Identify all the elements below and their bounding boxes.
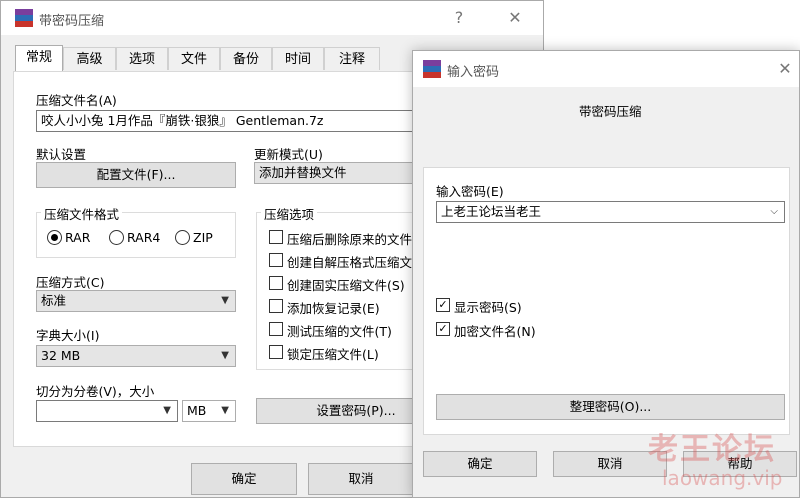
main-title: 带密码压缩 bbox=[39, 14, 105, 29]
close-icon[interactable]: ✕ bbox=[773, 59, 797, 79]
format-zip-radio[interactable] bbox=[175, 230, 190, 245]
dialog-ok-button[interactable]: 确定 bbox=[423, 451, 537, 477]
tab-general[interactable]: 常规 bbox=[15, 45, 63, 71]
watermark-cn: 老王论坛 bbox=[648, 432, 776, 467]
watermark-url: laowang.vip bbox=[662, 466, 783, 490]
option-delete-label[interactable]: 压缩后删除原来的文件 bbox=[287, 229, 412, 248]
format-group: 压缩文件格式 RAR RAR4 ZIP bbox=[36, 204, 236, 258]
option-test-label[interactable]: 测试压缩的文件(T) bbox=[287, 321, 392, 340]
chevron-down-icon: ▼ bbox=[163, 405, 171, 416]
option-lock-checkbox[interactable] bbox=[269, 345, 283, 359]
option-sfx-checkbox[interactable] bbox=[269, 253, 283, 267]
winrar-icon bbox=[15, 9, 33, 27]
dialog-subtitle: 带密码压缩 bbox=[579, 104, 642, 119]
close-icon[interactable]: ✕ bbox=[503, 8, 527, 28]
password-input[interactable]: 上老王论坛当老王 ⌵ bbox=[436, 201, 785, 223]
dialog-title: 输入密码 bbox=[447, 65, 500, 80]
main-ok-button[interactable]: 确定 bbox=[191, 463, 297, 495]
option-recovery-checkbox[interactable] bbox=[269, 299, 283, 313]
update-mode-label: 更新模式(U) bbox=[254, 147, 323, 162]
tab-advanced[interactable]: 高级 bbox=[63, 47, 116, 70]
dialog-titlebar[interactable]: 输入密码 ✕ bbox=[413, 51, 799, 87]
tab-time[interactable]: 时间 bbox=[272, 47, 324, 70]
split-unit-select[interactable]: MB ▼ bbox=[182, 400, 236, 422]
winrar-icon bbox=[423, 60, 441, 78]
option-solid-label[interactable]: 创建固实压缩文件(S) bbox=[287, 275, 405, 294]
tab-backup[interactable]: 备份 bbox=[220, 47, 272, 70]
tab-files[interactable]: 文件 bbox=[168, 47, 220, 70]
archive-name-label: 压缩文件名(A) bbox=[36, 93, 117, 108]
format-zip-label[interactable]: ZIP bbox=[193, 230, 213, 245]
chevron-down-icon: ▼ bbox=[221, 405, 229, 416]
option-test-checkbox[interactable] bbox=[269, 322, 283, 336]
method-select[interactable]: 标准 ▼ bbox=[36, 290, 236, 312]
option-sfx-label[interactable]: 创建自解压格式压缩文 bbox=[287, 252, 412, 271]
dict-value: 32 MB bbox=[41, 348, 81, 363]
option-lock-label[interactable]: 锁定压缩文件(L) bbox=[287, 344, 379, 363]
method-label: 压缩方式(C) bbox=[36, 275, 105, 290]
chevron-down-icon: ⌵ bbox=[770, 206, 778, 217]
chevron-down-icon: ▼ bbox=[221, 350, 229, 361]
option-recovery-label[interactable]: 添加恢复记录(E) bbox=[287, 298, 380, 317]
format-rar4-label[interactable]: RAR4 bbox=[127, 230, 160, 245]
password-label: 输入密码(E) bbox=[436, 184, 504, 199]
format-rar-radio[interactable] bbox=[47, 230, 62, 245]
split-label: 切分为分卷(V)，大小 bbox=[36, 384, 155, 399]
split-unit-value: MB bbox=[187, 403, 207, 418]
format-rar4-radio[interactable] bbox=[109, 230, 124, 245]
archive-name-input[interactable]: 咬人小小兔 1月作品『崩铁·银狼』 Gentleman.7z bbox=[36, 110, 446, 132]
defaults-label: 默认设置 bbox=[36, 147, 87, 162]
help-icon[interactable]: ? bbox=[447, 8, 471, 28]
main-titlebar[interactable]: 带密码压缩 ? ✕ bbox=[1, 1, 543, 35]
method-value: 标准 bbox=[41, 293, 67, 308]
split-size-input[interactable]: ▼ bbox=[36, 400, 178, 422]
option-delete-checkbox[interactable] bbox=[269, 230, 283, 244]
update-mode-value: 添加并替换文件 bbox=[259, 165, 347, 180]
tab-comment[interactable]: 注释 bbox=[324, 47, 380, 70]
format-rar-label[interactable]: RAR bbox=[65, 230, 90, 245]
main-cancel-button[interactable]: 取消 bbox=[308, 463, 414, 495]
format-label: 压缩文件格式 bbox=[41, 204, 123, 223]
show-password-checkbox[interactable]: ✓ bbox=[436, 298, 450, 312]
encrypt-names-label[interactable]: 加密文件名(N) bbox=[454, 321, 536, 340]
options-label: 压缩选项 bbox=[261, 204, 318, 223]
option-solid-checkbox[interactable] bbox=[269, 276, 283, 290]
chevron-down-icon: ▼ bbox=[221, 295, 229, 306]
tab-options[interactable]: 选项 bbox=[116, 47, 168, 70]
dict-select[interactable]: 32 MB ▼ bbox=[36, 345, 236, 367]
password-value: 上老王论坛当老王 bbox=[441, 204, 542, 219]
organize-passwords-button[interactable]: 整理密码(O)... bbox=[436, 394, 785, 420]
dialog-panel: 输入密码(E) 上老王论坛当老王 ⌵ ✓ 显示密码(S) ✓ 加密文件名(N) … bbox=[423, 167, 790, 435]
show-password-label[interactable]: 显示密码(S) bbox=[454, 297, 522, 316]
encrypt-names-checkbox[interactable]: ✓ bbox=[436, 322, 450, 336]
dict-label: 字典大小(I) bbox=[36, 328, 100, 343]
profiles-button[interactable]: 配置文件(F)... bbox=[36, 162, 236, 188]
